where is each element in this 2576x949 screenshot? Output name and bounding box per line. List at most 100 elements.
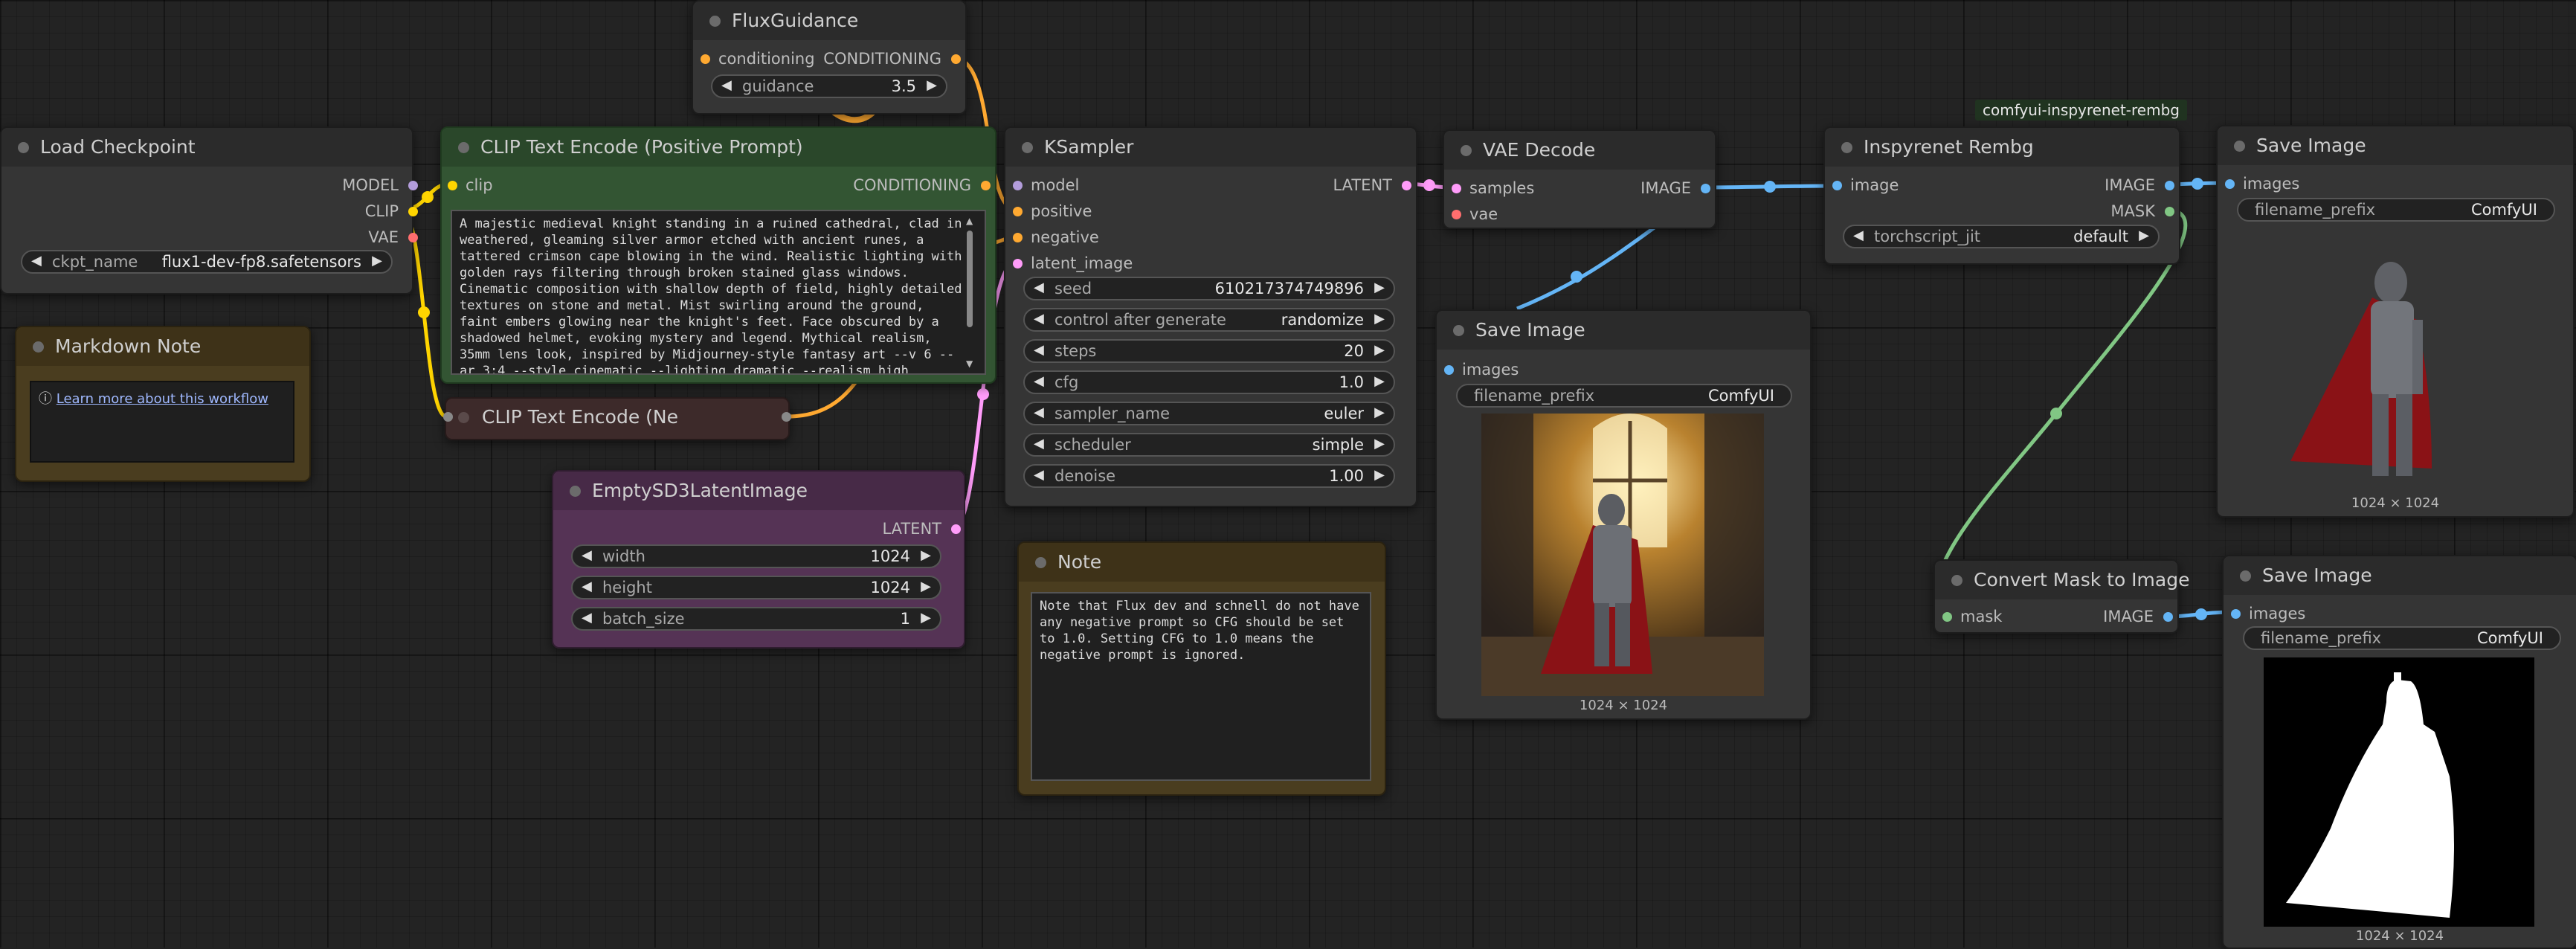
node-flux-guidance[interactable]: FluxGuidance conditioning CONDITIONING ◀…	[692, 0, 967, 115]
output-image[interactable]: IMAGE	[2103, 607, 2173, 626]
arrow-right-icon[interactable]: ▶	[1374, 373, 1385, 389]
node-title-bar[interactable]: Inspyrenet Rembg	[1825, 128, 2179, 167]
output-conditioning-port-icon[interactable]	[782, 412, 791, 422]
node-empty-sd3-latent-image[interactable]: EmptySD3LatentImage LATENT ◀ width 1024 ▶ ◀…	[552, 470, 965, 649]
height-number[interactable]: ◀ height 1024 ▶	[571, 576, 941, 599]
arrow-right-icon[interactable]: ▶	[2139, 228, 2149, 243]
arrow-left-icon[interactable]: ◀	[1034, 405, 1044, 420]
input-image-port-icon[interactable]	[1832, 181, 1842, 190]
arrow-left-icon[interactable]: ◀	[1034, 342, 1044, 358]
collapse-dot-icon[interactable]	[458, 412, 469, 423]
node-vae-decode[interactable]: VAE Decode samples vae IMAGE	[1443, 129, 1716, 229]
output-image-port-icon[interactable]	[2165, 181, 2174, 190]
prompt-textarea[interactable]: A majestic medieval knight standing in a…	[451, 210, 986, 375]
node-convert-mask-to-image[interactable]: Convert Mask to Image mask IMAGE	[1933, 559, 2189, 634]
note-textarea[interactable]: Note that Flux dev and schnell do not ha…	[1031, 592, 1371, 781]
output-model-port-icon[interactable]	[408, 181, 418, 190]
output-latent[interactable]: LATENT	[882, 519, 961, 538]
output-image-port-icon[interactable]	[1701, 184, 1710, 193]
node-clip-text-encode-negative[interactable]: CLIP Text Encode (Ne	[443, 397, 791, 440]
input-samples-port-icon[interactable]	[1452, 184, 1461, 193]
seed-number[interactable]: ◀ seed 610217374749896 ▶	[1023, 277, 1395, 300]
node-title-bar[interactable]: CLIP Text Encode (Positive Prompt)	[442, 128, 995, 167]
arrow-right-icon[interactable]: ▶	[1374, 405, 1385, 420]
input-images-port-icon[interactable]	[1444, 365, 1454, 375]
arrow-right-icon[interactable]: ▶	[372, 253, 382, 268]
output-mask-port-icon[interactable]	[2165, 207, 2174, 216]
input-images[interactable]: images	[2225, 174, 2299, 193]
output-latent-port-icon[interactable]	[1402, 181, 1411, 190]
arrow-left-icon[interactable]: ◀	[1034, 467, 1044, 483]
node-note[interactable]: Note Note that Flux dev and schnell do n…	[1017, 541, 1386, 796]
arrow-right-icon[interactable]: ▶	[1374, 467, 1385, 483]
input-mask-port-icon[interactable]	[1942, 612, 1952, 622]
textarea-scrollbar[interactable]: ▲ ▼	[962, 216, 977, 369]
input-latent-image[interactable]: latent_image	[1013, 254, 1133, 273]
node-title-bar[interactable]: EmptySD3LatentImage	[553, 472, 964, 510]
input-conditioning[interactable]: conditioning	[701, 49, 815, 68]
output-latent[interactable]: LATENT	[1333, 176, 1411, 195]
node-save-image-mask[interactable]: Save Image images filename_prefix ComfyUI…	[2222, 555, 2576, 949]
learn-more-link[interactable]: Learn more about this workflow	[57, 391, 268, 407]
arrow-left-icon[interactable]: ◀	[582, 610, 592, 625]
input-image[interactable]: image	[1832, 176, 1899, 195]
arrow-left-icon[interactable]: ◀	[1034, 280, 1044, 295]
filename-prefix-field[interactable]: filename_prefix ComfyUI	[2243, 626, 2561, 650]
arrow-right-icon[interactable]: ▶	[1374, 311, 1385, 326]
input-images-port-icon[interactable]	[2225, 179, 2235, 189]
arrow-left-icon[interactable]: ◀	[31, 253, 42, 268]
arrow-right-icon[interactable]: ▶	[927, 77, 937, 93]
node-title-bar[interactable]: Convert Mask to Image	[1935, 561, 2189, 599]
input-clip[interactable]: clip	[448, 176, 493, 195]
collapse-dot-icon[interactable]	[458, 142, 469, 153]
node-title-bar[interactable]: FluxGuidance	[693, 1, 965, 40]
node-markdown-note[interactable]: Markdown Note ⓘ Learn more about this wo…	[15, 326, 311, 482]
cfg-number[interactable]: ◀ cfg 1.0 ▶	[1023, 370, 1395, 394]
output-conditioning[interactable]: CONDITIONING	[853, 176, 991, 195]
arrow-left-icon[interactable]: ◀	[1034, 311, 1044, 326]
output-clip-port-icon[interactable]	[408, 207, 418, 216]
torchscript-jit-combo[interactable]: ◀ torchscript_jit default ▶	[1843, 225, 2160, 248]
collapse-dot-icon[interactable]	[33, 341, 44, 353]
collapse-dot-icon[interactable]	[2240, 570, 2251, 582]
arrow-left-icon[interactable]: ◀	[582, 579, 592, 594]
denoise-number[interactable]: ◀ denoise 1.00 ▶	[1023, 464, 1395, 488]
mask-preview-image[interactable]	[2264, 657, 2534, 927]
filename-prefix-field[interactable]: filename_prefix ComfyUI	[1456, 384, 1792, 408]
input-model-port-icon[interactable]	[1013, 181, 1023, 190]
input-negative-port-icon[interactable]	[1013, 233, 1023, 242]
collapse-dot-icon[interactable]	[1461, 145, 1472, 156]
output-clip[interactable]: CLIP	[365, 202, 418, 221]
arrow-right-icon[interactable]: ▶	[1374, 280, 1385, 295]
node-title-bar[interactable]: Save Image	[1437, 311, 1810, 350]
filename-prefix-field[interactable]: filename_prefix ComfyUI	[2237, 198, 2555, 222]
sampler-name-combo[interactable]: ◀ sampler_name euler ▶	[1023, 402, 1395, 425]
arrow-left-icon[interactable]: ◀	[721, 77, 732, 93]
node-save-image-preview[interactable]: Save Image images filename_prefix ComfyUI…	[1435, 309, 1812, 720]
guidance-number[interactable]: ◀ guidance 3.5 ▶	[711, 74, 947, 98]
knight-cutout-image[interactable]	[2261, 238, 2528, 491]
input-samples[interactable]: samples	[1452, 178, 1534, 198]
scheduler-combo[interactable]: ◀ scheduler simple ▶	[1023, 433, 1395, 457]
output-model[interactable]: MODEL	[342, 176, 418, 195]
input-model[interactable]: model	[1013, 176, 1079, 195]
width-number[interactable]: ◀ width 1024 ▶	[571, 544, 941, 568]
output-image[interactable]: IMAGE	[2105, 176, 2174, 195]
output-mask[interactable]: MASK	[2110, 202, 2174, 221]
node-title-bar[interactable]: VAE Decode	[1444, 131, 1715, 170]
arrow-left-icon[interactable]: ◀	[582, 547, 592, 563]
input-vae-port-icon[interactable]	[1452, 210, 1461, 219]
input-images-port-icon[interactable]	[2231, 609, 2241, 619]
output-conditioning-port-icon[interactable]	[951, 54, 961, 64]
arrow-right-icon[interactable]: ▶	[1374, 342, 1385, 358]
collapse-dot-icon[interactable]	[1035, 557, 1046, 568]
input-mask[interactable]: mask	[1942, 607, 2002, 626]
output-conditioning[interactable]: CONDITIONING	[823, 49, 961, 68]
input-clip-port-icon[interactable]	[443, 412, 453, 422]
arrow-left-icon[interactable]: ◀	[1853, 228, 1864, 243]
node-title-bar[interactable]: KSampler	[1005, 128, 1416, 167]
node-title-bar[interactable]: CLIP Text Encode (Ne	[446, 399, 788, 436]
input-conditioning-port-icon[interactable]	[701, 54, 710, 64]
collapse-dot-icon[interactable]	[1022, 142, 1033, 153]
node-title-bar[interactable]: Markdown Note	[16, 327, 309, 366]
